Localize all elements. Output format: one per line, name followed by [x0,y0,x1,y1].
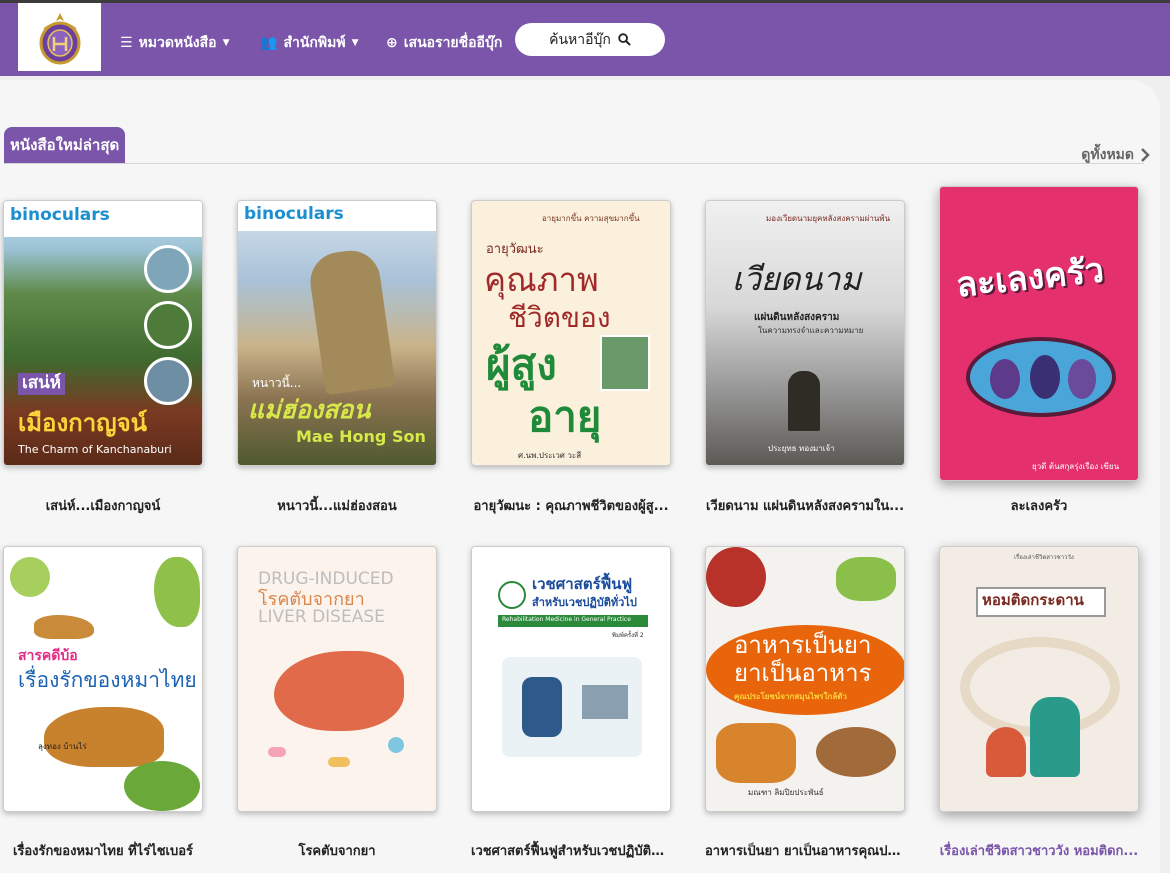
cover-line: อายุมากขึ้น ความสุขมากขึ้น [542,214,640,223]
site-logo[interactable] [18,3,101,71]
search-button[interactable]: ค้นหาอีบุ๊ก [515,23,665,56]
cover-line: เสน่ห์ [18,373,66,395]
nav-publishers[interactable]: 👥 สำนักพิมพ์ ▼ [260,32,359,54]
cover-line: ยาเป็นอาหาร [734,659,872,687]
cover-line: หนาวนี้... [252,376,302,390]
cover-brand: binoculars [10,205,110,225]
cover-line: DRUG-INDUCED [258,569,394,589]
cover-author: ศ.นพ.ประเวศ วะสี [518,451,582,460]
book-title[interactable]: เสน่ห์...เมืองกาญจน์ [3,495,203,516]
book-card[interactable]: DRUG-INDUCED โรคตับจากยา LIVER DISEASE [237,546,437,812]
view-all-label: ดูทั้งหมด [1081,147,1134,163]
book-title[interactable]: เรื่องเล่าชีวิตสาวชาววัง หอมติดก... [939,840,1139,861]
cover-line: ละเลงครัว [954,250,1106,306]
cover-line: LIVER DISEASE [258,607,385,627]
section-title: หนังสือใหม่ล่าสุด [4,127,126,163]
section-divider [4,163,1144,164]
nav-suggest[interactable]: ⊕ เสนอรายชื่ออีบุ๊ก [386,32,502,54]
cover-line: สำหรับเวชปฏิบัติทั่วไป [532,596,637,609]
cover-line: อายุ [528,392,602,441]
cover-author: ยุวดี ต้นสกุลรุ่งเรือง เขียน [1032,462,1120,471]
nav-suggest-label: เสนอรายชื่ออีบุ๊ก [403,35,503,51]
cover-line: เวียดนาม [732,260,862,298]
book-title[interactable]: เวียดนาม แผ่นดินหลังสงครามใน... [705,495,905,516]
caret-down-icon: ▼ [222,38,230,48]
cover-line: แม่ฮ่องสอน [248,395,371,424]
cover-line: ผู้สูง [486,340,557,389]
cover-line: อาหารเป็นยา [734,631,872,659]
book-card[interactable]: เวชศาสตร์ฟื้นฟู สำหรับเวชปฏิบัติทั่วไป R… [471,546,671,812]
book-card[interactable]: มองเวียดนามยุคหลังสงครามผ่านพ้น เวียดนาม… [705,200,905,466]
cover-line: มองเวียดนามยุคหลังสงครามผ่านพ้น [766,214,891,223]
royal-emblem-icon [39,13,80,65]
cover-line: ในความทรงจำและความหมาย [758,326,864,335]
cover-line: เมืองกาญจน์ [18,409,148,437]
cover-line: Mae Hong Son [296,427,426,446]
nav-publishers-label: สำนักพิมพ์ [283,35,346,51]
cover-line: เวชศาสตร์ฟื้นฟู [532,575,633,593]
cover-line: เรื่องเล่าชีวิตสาวชาววัง [1014,554,1074,561]
book-cover[interactable]: DRUG-INDUCED โรคตับจากยา LIVER DISEASE [237,546,437,812]
cover-author: ประยุทธ ทองมาเจ้า [768,444,835,453]
cover-line: คุณประโยชน์จากสมุนไพรใกล้ตัว [734,692,847,701]
book-card[interactable]: เรื่องเล่าชีวิตสาวชาววัง หอมติดกระดาน [939,546,1139,812]
chevron-right-icon [1141,148,1150,162]
cover-author: มณฑา ลิมปิยประพันธ์ [748,788,824,797]
view-all-link[interactable]: ดูทั้งหมด [1081,144,1150,166]
book-cover[interactable]: ละเลงครัว ยุวดี ต้นสกุลรุ่งเรือง เขียน [939,186,1139,481]
cover-brand: binoculars [244,204,344,224]
cover-line: คุณภาพ [484,260,599,299]
nav-categories[interactable]: ☰ หมวดหนังสือ ▼ [120,32,229,54]
book-title[interactable]: อายุวัฒนะ : คุณภาพชีวิตของผู้สู... [471,495,671,516]
cover-line: อายุวัฒนะ [486,242,544,257]
list-icon: ☰ [120,35,133,51]
book-card[interactable]: อาหารเป็นยา ยาเป็นอาหาร คุณประโยชน์จากสม… [705,546,905,812]
book-cover[interactable]: สารคดีบ้อ เรื่องรักของหมาไทย ลุงทอง บ้าน… [3,546,203,812]
book-cover[interactable]: เวชศาสตร์ฟื้นฟู สำหรับเวชปฏิบัติทั่วไป R… [471,546,671,812]
cover-line: พิมพ์ครั้งที่ 2 [612,632,644,639]
caret-down-icon: ▼ [351,38,359,48]
cover-line: สารคดีบ้อ [18,648,78,664]
search-button-label: ค้นหาอีบุ๊ก [549,31,611,48]
book-title[interactable]: เรื่องรักของหมาไทย ที่ไร่ไชเบอร์ [3,840,203,861]
book-title[interactable]: เวชศาสตร์ฟื้นฟูสำหรับเวชปฏิบัติทั่... [471,840,671,861]
book-cover[interactable]: เรื่องเล่าชีวิตสาวชาววัง หอมติดกระดาน [939,546,1139,812]
book-card[interactable]: สารคดีบ้อ เรื่องรักของหมาไทย ลุงทอง บ้าน… [3,546,203,812]
book-cover[interactable]: binoculars เสน่ห์ เมืองกาญจน์ The Charm … [3,200,203,466]
cover-line: The Charm of Kanchanaburi [18,443,172,456]
cover-line: Rehabilitation Medicine in General Pract… [502,616,631,623]
cover-line: ชีวิตของ [508,301,611,334]
search-icon [618,33,631,46]
users-icon: 👥 [260,35,278,51]
cover-author: ลุงทอง บ้านไร่ [38,742,87,751]
book-cover[interactable]: อายุมากขึ้น ความสุขมากขึ้น อายุวัฒนะ คุณ… [471,200,671,466]
nav-categories-label: หมวดหนังสือ [138,35,217,51]
book-title[interactable]: หนาวนี้...แม่ฮ่องสอน [237,495,437,516]
book-card[interactable]: ละเลงครัว ยุวดี ต้นสกุลรุ่งเรือง เขียน [939,186,1139,481]
cover-line: เรื่องรักของหมาไทย [18,668,197,692]
search-plus-icon: ⊕ [386,35,398,51]
book-cover[interactable]: binoculars หนาวนี้... แม่ฮ่องสอน Mae Hon… [237,200,437,466]
cover-line: หอมติดกระดาน [982,591,1084,609]
book-cover[interactable]: มองเวียดนามยุคหลังสงครามผ่านพ้น เวียดนาม… [705,200,905,466]
book-card[interactable]: binoculars หนาวนี้... แม่ฮ่องสอน Mae Hon… [237,200,437,466]
book-cover[interactable]: อาหารเป็นยา ยาเป็นอาหาร คุณประโยชน์จากสม… [705,546,905,812]
book-card[interactable]: binoculars เสน่ห์ เมืองกาญจน์ The Charm … [3,200,203,466]
book-title[interactable]: โรคตับจากยา [237,840,437,861]
book-title[interactable]: อาหารเป็นยา ยาเป็นอาหารคุณประ... [705,840,905,861]
book-title[interactable]: ละเลงครัว [939,495,1139,516]
cover-line: แผ่นดินหลังสงคราม [754,312,840,323]
top-navbar: ☰ หมวดหนังสือ ▼ 👥 สำนักพิมพ์ ▼ ⊕ เสนอราย… [0,0,1170,76]
book-card[interactable]: อายุมากขึ้น ความสุขมากขึ้น อายุวัฒนะ คุณ… [471,200,671,466]
